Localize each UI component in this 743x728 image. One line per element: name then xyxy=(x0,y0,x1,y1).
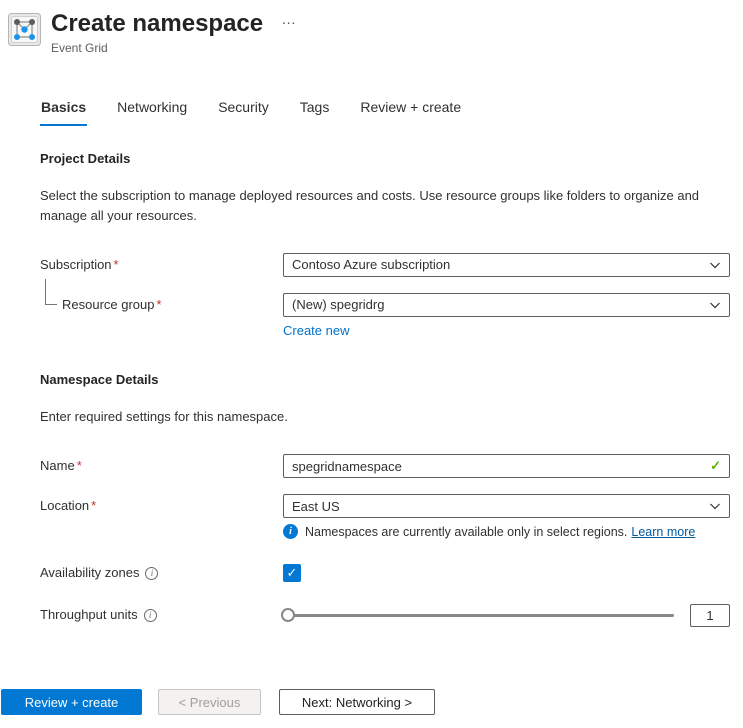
checkbox-check-icon: ✓ xyxy=(287,565,298,581)
page-header: Create namespace … Event Grid xyxy=(0,0,743,55)
tab-tags[interactable]: Tags xyxy=(299,99,331,126)
tab-review-create[interactable]: Review + create xyxy=(359,99,462,126)
valid-check-icon: ✓ xyxy=(710,458,721,474)
chevron-down-icon xyxy=(709,299,721,311)
name-row: Name* ✓ xyxy=(40,454,730,478)
location-info-text: Namespaces are currently available only … xyxy=(305,525,627,539)
throughput-slider-thumb[interactable] xyxy=(281,608,295,622)
resource-group-dropdown[interactable]: (New) spegridrg xyxy=(283,293,730,317)
more-options-button[interactable]: … xyxy=(281,12,298,27)
chevron-down-icon xyxy=(709,259,721,271)
availability-zones-row: Availability zonesi ✓ xyxy=(40,561,730,585)
event-grid-icon xyxy=(8,13,41,46)
subscription-row: Subscription* Contoso Azure subscription xyxy=(40,253,730,277)
resource-group-label: Resource group* xyxy=(40,293,283,317)
location-label: Location* xyxy=(40,494,283,518)
name-label: Name* xyxy=(40,454,283,478)
required-marker: * xyxy=(77,458,82,473)
resource-group-row: Resource group* (New) spegridrg Create n… xyxy=(40,293,730,338)
project-details-description: Select the subscription to manage deploy… xyxy=(40,186,702,226)
throughput-value-field[interactable]: 1 xyxy=(690,604,730,627)
info-icon: i xyxy=(283,524,298,539)
project-details-heading: Project Details xyxy=(40,151,730,166)
location-info-row: i Namespaces are currently available onl… xyxy=(40,524,730,539)
name-field: ✓ xyxy=(283,454,730,478)
required-marker: * xyxy=(114,257,119,272)
chevron-down-icon xyxy=(709,500,721,512)
required-marker: * xyxy=(91,498,96,513)
tab-security[interactable]: Security xyxy=(217,99,270,126)
tooltip-info-icon[interactable]: i xyxy=(145,567,158,580)
tab-networking[interactable]: Networking xyxy=(116,99,188,126)
availability-zones-label: Availability zonesi xyxy=(40,561,283,585)
namespace-details-description: Enter required settings for this namespa… xyxy=(40,407,702,427)
resource-group-value: (New) spegridrg xyxy=(292,297,384,312)
hierarchy-connector-line xyxy=(45,279,57,305)
subscription-dropdown[interactable]: Contoso Azure subscription xyxy=(283,253,730,277)
location-value: East US xyxy=(292,499,340,514)
name-input[interactable] xyxy=(292,456,702,476)
page-title: Create namespace xyxy=(51,10,263,38)
required-marker: * xyxy=(157,297,162,312)
learn-more-link[interactable]: Learn more xyxy=(631,525,695,539)
previous-button[interactable]: < Previous xyxy=(158,689,261,715)
location-row: Location* East US xyxy=(40,494,730,518)
next-networking-button[interactable]: Next: Networking > xyxy=(279,689,435,715)
wizard-tabs: Basics Networking Security Tags Review +… xyxy=(40,99,743,126)
wizard-footer: Review + create < Previous Next: Network… xyxy=(1,689,435,715)
review-create-button[interactable]: Review + create xyxy=(1,689,142,715)
availability-zones-checkbox[interactable]: ✓ xyxy=(283,564,301,582)
page-subtitle: Event Grid xyxy=(51,41,298,55)
subscription-value: Contoso Azure subscription xyxy=(292,257,450,272)
create-new-link[interactable]: Create new xyxy=(283,323,349,338)
tab-basics[interactable]: Basics xyxy=(40,99,87,126)
throughput-units-label: Throughput unitsi xyxy=(40,603,283,627)
namespace-details-heading: Namespace Details xyxy=(40,372,730,387)
throughput-slider-track[interactable] xyxy=(283,614,674,617)
tooltip-info-icon[interactable]: i xyxy=(144,609,157,622)
subscription-label: Subscription* xyxy=(40,253,283,277)
throughput-units-row: Throughput unitsi 1 xyxy=(40,603,730,627)
location-dropdown[interactable]: East US xyxy=(283,494,730,518)
